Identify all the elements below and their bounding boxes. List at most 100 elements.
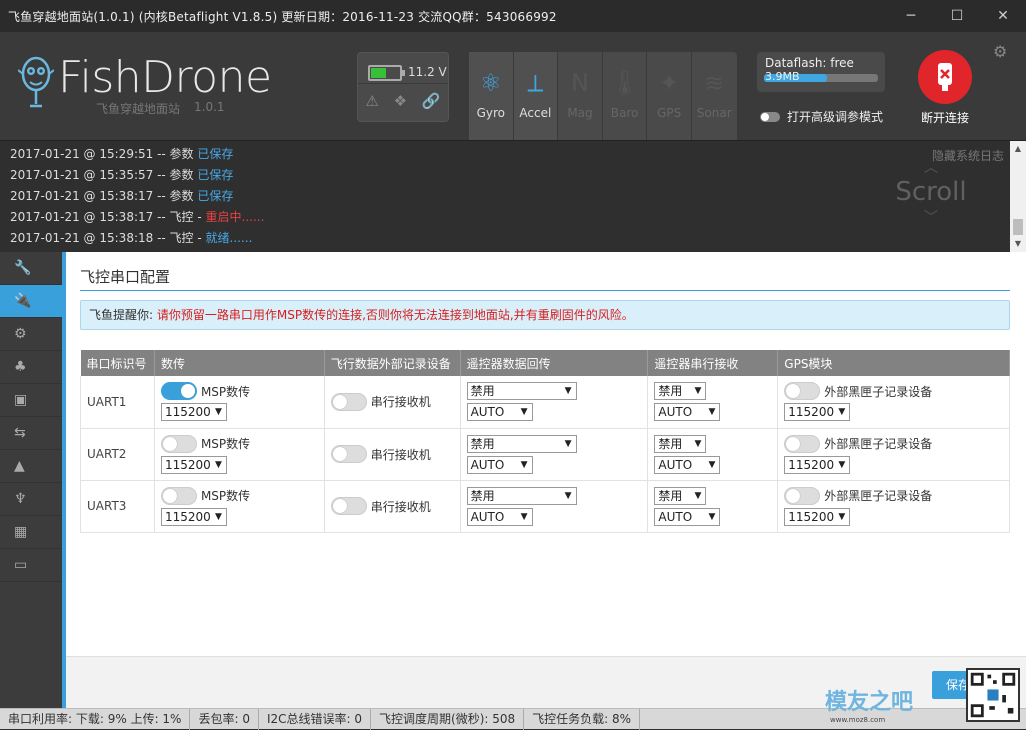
telemetry-cell: 禁用 AUTO: [460, 480, 649, 533]
status-item: 丢包率: 0: [190, 708, 259, 730]
blackbox-toggle[interactable]: [784, 382, 821, 401]
cell-stack: 禁用 AUTO: [466, 434, 648, 474]
sidebar-item-chip[interactable]: ▦: [0, 516, 62, 549]
watermark-url: www.moz8.com: [830, 716, 886, 724]
log-time: 2017-01-21 @ 15:38:17: [10, 210, 154, 224]
brand-subtitle: 飞鱼穿越地面站: [96, 102, 181, 116]
serial-rx-label: 串行接收机: [370, 395, 431, 410]
log-text: -- 参数: [153, 168, 198, 182]
sidebar-item-plug[interactable]: 🔌: [0, 285, 62, 318]
gps-baud-select[interactable]: 115200: [784, 507, 851, 526]
port-id: UART1: [80, 376, 155, 429]
log-scrollbar[interactable]: ▲ ▼: [1010, 141, 1026, 253]
table-header: 串口标识号 数传 飞行数据外部记录设备 遥控器数据回传 遥控器串行接收 GPS模块: [80, 350, 1010, 376]
msp-baud-select[interactable]: 115200: [160, 507, 227, 526]
telemetry-select[interactable]: 禁用: [466, 486, 577, 505]
cell-stack: MSP数传 115200: [160, 486, 324, 526]
msp-label: MSP数传: [200, 489, 251, 503]
serial-rx-cell: 禁用 AUTO: [647, 480, 779, 533]
telemetry-baud-select[interactable]: AUTO: [466, 403, 533, 422]
msp-label: MSP数传: [200, 384, 251, 399]
sidebar-item-window[interactable]: ▭: [0, 549, 62, 582]
log-time: 2017-01-21 @ 15:35:57: [10, 168, 154, 182]
scroll-up-arrow[interactable]: ▲: [1010, 144, 1026, 153]
log-status: 已保存: [197, 147, 234, 161]
blackbox-label: 外部黑匣子记录设备: [824, 489, 933, 503]
telemetry-cell: 禁用 AUTO: [460, 428, 649, 481]
expert-mode-toggle[interactable]: 打开高级调参模式: [760, 108, 883, 125]
port-id: UART2: [80, 428, 155, 481]
sensor-accel: ⟂ Accel: [513, 52, 559, 152]
maximize-button[interactable]: ☐: [934, 0, 980, 32]
cell-stack: 外部黑匣子记录设备 115200: [784, 382, 1009, 422]
telemetry-baud-select[interactable]: AUTO: [466, 455, 533, 474]
serial-rx-select[interactable]: 禁用: [654, 382, 707, 401]
ports-table: 串口标识号 数传 飞行数据外部记录设备 遥控器数据回传 遥控器串行接收 GPS模块 UAR…: [80, 350, 1010, 533]
minimize-button[interactable]: ─: [888, 0, 934, 32]
msp-toggle[interactable]: [160, 434, 197, 453]
serial-rx-baud-select[interactable]: AUTO: [654, 455, 721, 474]
usb-icon: [938, 63, 952, 91]
status-item: 飞控调度周期(微秒): 508: [371, 708, 525, 730]
sidebar-item-servo[interactable]: ♆: [0, 483, 62, 516]
telemetry-baud-select[interactable]: AUTO: [466, 507, 533, 526]
gps-baud-select[interactable]: 115200: [784, 455, 851, 474]
serial-rx-toggle[interactable]: [330, 497, 367, 515]
log-status: 就绪......: [205, 231, 253, 245]
sensor-mag: N Mag: [558, 52, 603, 152]
sidebar-item-network[interactable]: ♣: [0, 351, 62, 384]
battery-icon: [368, 65, 405, 81]
sidebar-item-motor[interactable]: ▲: [0, 450, 62, 483]
scroll-indicator: ︿ Scroll ﹀: [893, 157, 969, 239]
serial-rx-baud-select[interactable]: AUTO: [654, 403, 721, 422]
motor-icon: ▲: [14, 458, 25, 474]
sidebar-item-gear[interactable]: ⚙: [0, 318, 62, 351]
brand-name: FishDrone: [58, 52, 272, 103]
log-text: -- 飞控 -: [153, 231, 206, 245]
msp-row: MSP数传: [160, 434, 324, 453]
log-status: 已保存: [197, 168, 234, 182]
telemetry-select[interactable]: 禁用: [466, 382, 577, 401]
serial-rx-label: 串行接收机: [370, 499, 431, 514]
column-header: 遥控器数据回传: [460, 350, 649, 376]
log-time: 2017-01-21 @ 15:38:18: [10, 231, 154, 245]
sidebar-item-switches[interactable]: ⇆: [0, 417, 62, 450]
window-controls: ─ ☐ ✕: [888, 0, 1026, 32]
scrollbar-thumb[interactable]: [1013, 219, 1023, 235]
serial-rx-toggle[interactable]: [330, 445, 367, 463]
blackbox-toggle[interactable]: [784, 486, 821, 505]
msp-label: MSP数传: [200, 437, 251, 451]
note-body: 请你预留一路串口用作MSP数传的连接,否则你将无法连接到地面站,并有重刷固件的风…: [156, 308, 634, 322]
settings-gear-icon[interactable]: ⚙: [993, 42, 1007, 61]
log-text: -- 参数: [153, 147, 198, 161]
serial-rx-select[interactable]: 禁用: [654, 486, 707, 505]
sensor-label: Baro: [610, 106, 639, 120]
scroll-down-arrow[interactable]: ▼: [1010, 239, 1026, 248]
cell-stack: 禁用 AUTO: [654, 382, 777, 422]
gps-baud-select[interactable]: 115200: [784, 403, 851, 422]
telemetry-select[interactable]: 禁用: [466, 434, 577, 453]
serial-rx-toggle[interactable]: [330, 392, 367, 411]
msp-baud-select[interactable]: 115200: [160, 455, 227, 474]
msp-baud-select[interactable]: 115200: [160, 403, 227, 422]
serial-rx-baud-select[interactable]: AUTO: [654, 507, 721, 526]
sensor-panel: ⚛ Gyro ⟂ Accel N Mag 🌡 Baro ✦ GPS ≋ Sonar: [469, 52, 737, 152]
log-line: 2017-01-21 @ 15:38:17 -- 参数 已保存: [10, 186, 233, 207]
gps-row: 外部黑匣子记录设备: [784, 486, 1009, 505]
blackbox-toggle[interactable]: [784, 434, 821, 453]
sidebar-item-robot[interactable]: ▣: [0, 384, 62, 417]
msp-toggle[interactable]: [160, 486, 197, 505]
brand-version: 1.0.1: [194, 100, 225, 114]
msp-toggle[interactable]: [160, 382, 197, 401]
log-line: 2017-01-21 @ 15:29:51 -- 参数 已保存: [10, 144, 233, 165]
robot-icon: ▣: [14, 392, 28, 408]
gps-row: 外部黑匣子记录设备: [784, 382, 1009, 401]
serial-rx-select[interactable]: 禁用: [654, 434, 707, 453]
toggle-switch[interactable]: [760, 111, 780, 122]
system-log: 2017-01-21 @ 15:29:51 -- 参数 已保存 2017-01-2…: [0, 140, 1026, 253]
sidebar-item-wrench[interactable]: 🔧: [0, 252, 62, 285]
close-button[interactable]: ✕: [980, 0, 1026, 32]
disconnect-button[interactable]: [918, 50, 972, 104]
sonar-icon: ≋: [704, 69, 725, 97]
expert-mode-label: 打开高级调参模式: [787, 110, 884, 124]
